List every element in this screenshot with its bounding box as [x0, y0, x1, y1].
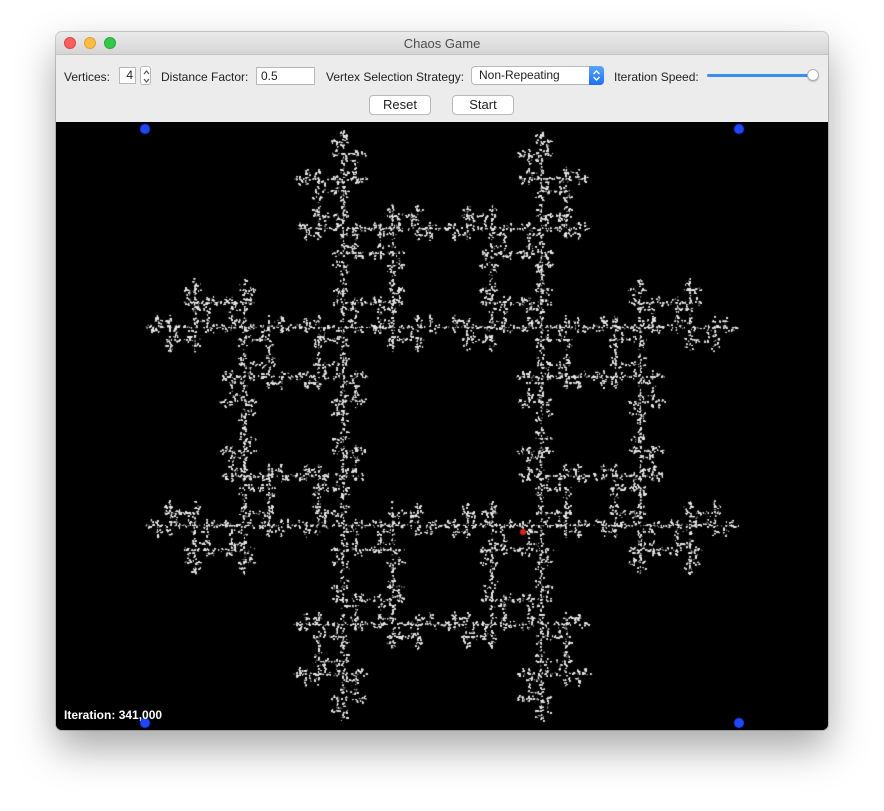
- popup-arrows-icon: [589, 66, 604, 85]
- distance-factor-label: Distance Factor:: [161, 70, 249, 84]
- start-button[interactable]: Start: [452, 95, 514, 115]
- distance-factor-field[interactable]: 0.5: [256, 67, 315, 85]
- vertices-stepper[interactable]: [140, 66, 151, 85]
- iteration-counter: Iteration: 341,000: [64, 708, 162, 722]
- window-title: Chaos Game: [403, 36, 481, 51]
- strategy-select[interactable]: Non-Repeating: [471, 66, 604, 85]
- strategy-value: Non-Repeating: [479, 68, 560, 82]
- stepper-arrows-icon: [143, 70, 150, 83]
- iteration-label: Iteration:: [64, 708, 116, 722]
- reset-button[interactable]: Reset: [369, 95, 431, 115]
- chaos-game-plot: [56, 122, 828, 730]
- app-window: Chaos Game Vertices: 4 Distance Factor: …: [56, 32, 828, 730]
- vertices-label: Vertices:: [64, 70, 111, 84]
- vertices-field[interactable]: 4: [119, 67, 136, 84]
- fractal-canvas[interactable]: Iteration: 341,000: [56, 122, 828, 730]
- iteration-speed-slider[interactable]: [707, 74, 813, 77]
- iteration-speed-label: Iteration Speed:: [614, 70, 699, 84]
- title-bar: Chaos Game: [56, 32, 828, 55]
- toolbar: Vertices: 4 Distance Factor: 0.5 Vertex …: [56, 55, 828, 123]
- strategy-label: Vertex Selection Strategy:: [326, 70, 465, 84]
- iteration-value: 341,000: [118, 708, 163, 722]
- iteration-speed-knob[interactable]: [807, 69, 819, 81]
